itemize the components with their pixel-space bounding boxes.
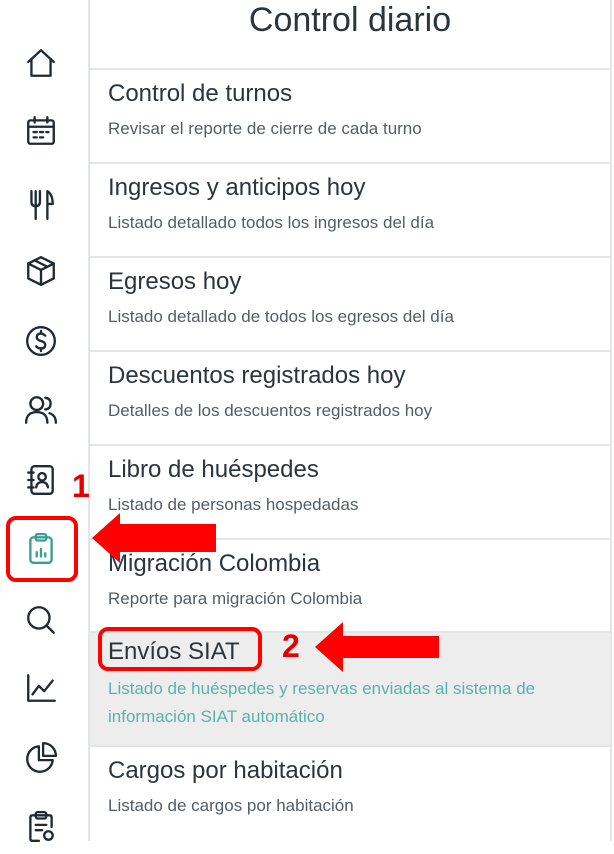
calendar-icon: [27, 116, 55, 145]
sidebar-nav: [0, 0, 88, 842]
menu-item-room-charges[interactable]: Cargos por habitación Listado de cargos …: [90, 745, 610, 841]
nav-payments-button[interactable]: [14, 314, 68, 368]
step-2-arrow: [315, 622, 439, 672]
menu-item-description: Listado detallado de todos los egresos d…: [108, 307, 454, 326]
step-2-number: 2: [282, 628, 300, 664]
menu-item-title: Control de turnos: [108, 80, 293, 107]
menu-item-title: Ingresos y anticipos hoy: [108, 174, 366, 201]
step-1-number: 1: [72, 468, 90, 504]
menu-item-title: Libro de huéspedes: [108, 456, 319, 483]
pie-chart-icon: [26, 741, 58, 773]
menu-item-description: Reporte para migración Colombia: [108, 589, 363, 608]
menu-item-shift-control[interactable]: Control de turnos Revisar el reporte de …: [90, 68, 610, 162]
daily-control-panel: Control diario Control de turnos Revisar…: [90, 0, 610, 841]
nav-home-button[interactable]: [14, 36, 68, 90]
highlight-box-step-1: [6, 516, 78, 582]
menu-item-discounts-today[interactable]: Descuentos registrados hoy Detalles de l…: [90, 350, 610, 444]
clipboard-settings-icon: [29, 810, 54, 842]
page-title: Control diario: [248, 1, 452, 39]
line-chart-icon: [27, 674, 56, 702]
menu-item-description: Listado detallado todos los ingresos del…: [108, 213, 435, 232]
search-icon: [27, 606, 55, 634]
menu-item-title: Descuentos registrados hoy: [108, 362, 406, 389]
menu-item-description: Listado de cargos por habitación: [108, 796, 354, 815]
nav-search-button[interactable]: [14, 593, 68, 647]
nav-products-button[interactable]: [14, 244, 68, 298]
menu-item-title: Egresos hoy: [108, 268, 242, 295]
dollar-circle-icon: [26, 326, 56, 356]
panel-right-border: [610, 0, 612, 841]
menu-item-description: Detalles de los descuentos registrados h…: [108, 401, 433, 420]
fork-knife-icon: [30, 190, 54, 220]
nav-tasks-button[interactable]: [14, 800, 68, 854]
nav-restaurant-button[interactable]: [14, 178, 68, 232]
nav-contacts-button[interactable]: [14, 453, 68, 507]
nav-guests-button[interactable]: [14, 383, 68, 437]
home-icon: [27, 49, 55, 77]
menu-item-title: Cargos por habitación: [108, 757, 343, 784]
box-icon: [27, 256, 55, 286]
nav-reports-button[interactable]: [14, 661, 68, 715]
users-icon: [24, 396, 58, 424]
step-1-arrow: [92, 513, 216, 563]
menu-item-income-today[interactable]: Ingresos y anticipos hoy Listado detalla…: [90, 162, 610, 256]
menu-item-expenses-today[interactable]: Egresos hoy Listado detallado de todos l…: [90, 256, 610, 350]
nav-stats-button[interactable]: [14, 731, 68, 785]
menu-item-description: Revisar el reporte de cierre de cada tur…: [108, 119, 422, 138]
menu-item-description: Listado de huéspedes y reservas enviadas…: [108, 679, 536, 726]
highlight-box-step-2: [98, 627, 262, 671]
contacts-book-icon: [27, 465, 54, 495]
nav-calendar-button[interactable]: [14, 104, 68, 158]
